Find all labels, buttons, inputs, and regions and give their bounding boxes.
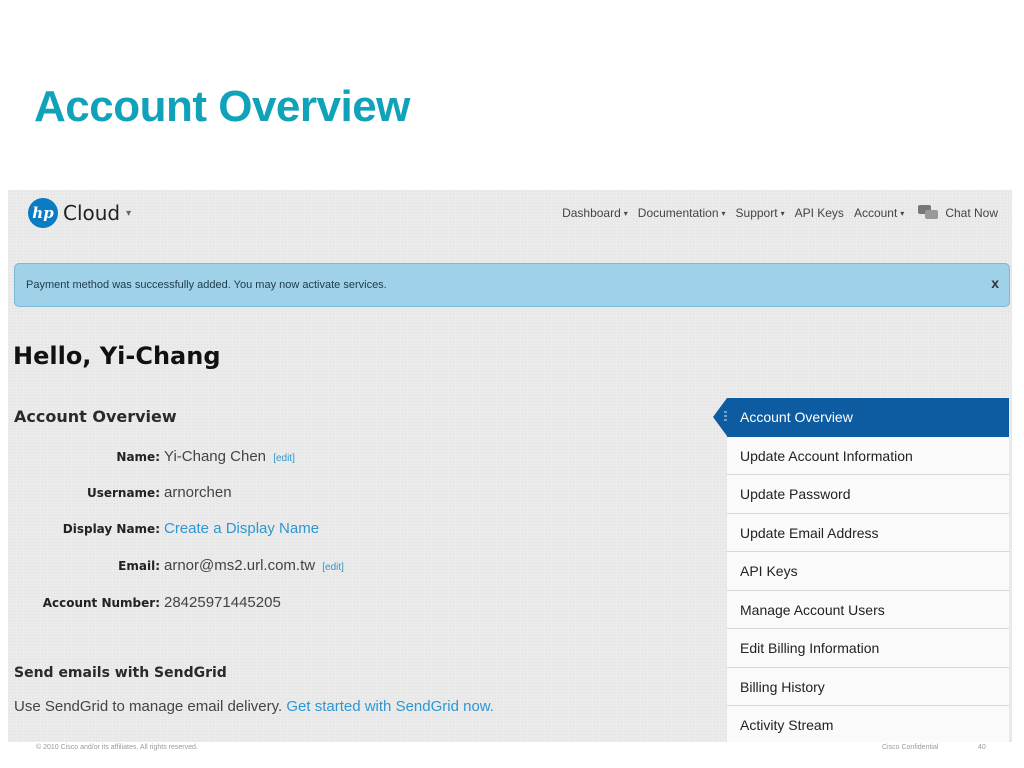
field-label: Name: [116, 450, 160, 464]
edit-name-link[interactable]: [edit] [273, 453, 295, 464]
menu-api-keys[interactable]: API Keys [727, 552, 1009, 591]
sendgrid-title: Send emails with SendGrid [14, 665, 227, 681]
field-label: Display Name: [62, 522, 160, 536]
field-row-account-number: Account Number: 28425971445205 [8, 593, 708, 613]
menu-activity-stream[interactable]: Activity Stream [727, 706, 1009, 742]
edit-email-link[interactable]: [edit] [322, 562, 344, 573]
nav-api-keys[interactable]: API Keys [795, 206, 844, 220]
nav-dashboard[interactable]: Dashboard ▾ [562, 206, 628, 220]
menu-manage-account-users[interactable]: Manage Account Users [727, 590, 1009, 629]
create-display-name-link[interactable]: Create a Display Name [164, 520, 319, 537]
nav-support[interactable]: Support ▾ [736, 206, 785, 220]
chevron-down-icon: ▾ [780, 208, 785, 218]
chevron-down-icon: ▾ [721, 208, 726, 218]
field-value: arnor@ms2.url.com.tw [edit] [164, 557, 344, 574]
copyright-footer: © 2010 Cisco and/or its affiliates. All … [36, 744, 198, 751]
field-row-email: Email: arnor@ms2.url.com.tw [edit] [8, 556, 708, 576]
alert-message: Payment method was successfully added. Y… [26, 279, 387, 291]
sendgrid-text: Use SendGrid to manage email delivery. G… [14, 698, 494, 715]
field-row-display-name: Display Name: Create a Display Name [8, 519, 708, 539]
field-label: Username: [86, 486, 160, 500]
hp-cloud-logo[interactable]: hp Cloud ▾ [28, 198, 131, 228]
hp-logo-icon: hp [28, 198, 58, 228]
top-navbar: hp Cloud ▾ Dashboard ▾ Documentation ▾ S… [8, 190, 1012, 238]
chevron-down-icon: ▾ [126, 207, 132, 219]
chevron-down-icon: ▾ [900, 208, 905, 218]
success-alert: Payment method was successfully added. Y… [14, 263, 1010, 307]
grip-icon [724, 411, 727, 423]
menu-update-email-address[interactable]: Update Email Address [727, 513, 1009, 552]
menu-update-account-information[interactable]: Update Account Information [727, 436, 1009, 475]
nav-documentation[interactable]: Documentation ▾ [638, 206, 726, 220]
sendgrid-link[interactable]: Get started with SendGrid now. [286, 698, 494, 715]
field-label: Account Number: [42, 596, 160, 610]
hp-cloud-screenshot: hp Cloud ▾ Dashboard ▾ Documentation ▾ S… [8, 190, 1012, 742]
username-value: arnorchen [164, 484, 232, 501]
field-label: Email: [118, 559, 160, 573]
menu-update-password[interactable]: Update Password [727, 475, 1009, 514]
menu-billing-history[interactable]: Billing History [727, 667, 1009, 706]
email-value: arnor@ms2.url.com.tw [164, 557, 316, 574]
menu-account-overview[interactable]: Account Overview [713, 398, 1009, 437]
logo-text: Cloud [63, 201, 121, 225]
field-row-username: Username: arnorchen [8, 483, 708, 503]
field-row-name: Name: Yi-Chang Chen [edit] [8, 447, 708, 467]
chevron-down-icon: ▾ [623, 208, 628, 218]
section-title: Account Overview [14, 407, 177, 426]
account-number-value: 28425971445205 [164, 594, 281, 611]
page-number: 40 [978, 744, 986, 751]
main-nav: Dashboard ▾ Documentation ▾ Support ▾ AP… [552, 205, 998, 221]
menu-edit-billing-information[interactable]: Edit Billing Information [727, 629, 1009, 668]
field-value: Yi-Chang Chen [edit] [164, 448, 295, 465]
account-side-menu: Account Overview Update Account Informat… [713, 398, 1009, 742]
confidential-label: Cisco Confidential [882, 744, 939, 751]
nav-account[interactable]: Account ▾ [854, 206, 904, 220]
greeting-heading: Hello, Yi-Chang [13, 342, 221, 370]
sendgrid-description: Use SendGrid to manage email delivery. [14, 698, 283, 715]
name-value: Yi-Chang Chen [164, 448, 267, 465]
slide-title: Account Overview [34, 82, 410, 131]
chat-now-button[interactable]: Chat Now [918, 205, 998, 221]
close-icon[interactable]: x [991, 275, 999, 291]
chat-icon [918, 205, 940, 221]
